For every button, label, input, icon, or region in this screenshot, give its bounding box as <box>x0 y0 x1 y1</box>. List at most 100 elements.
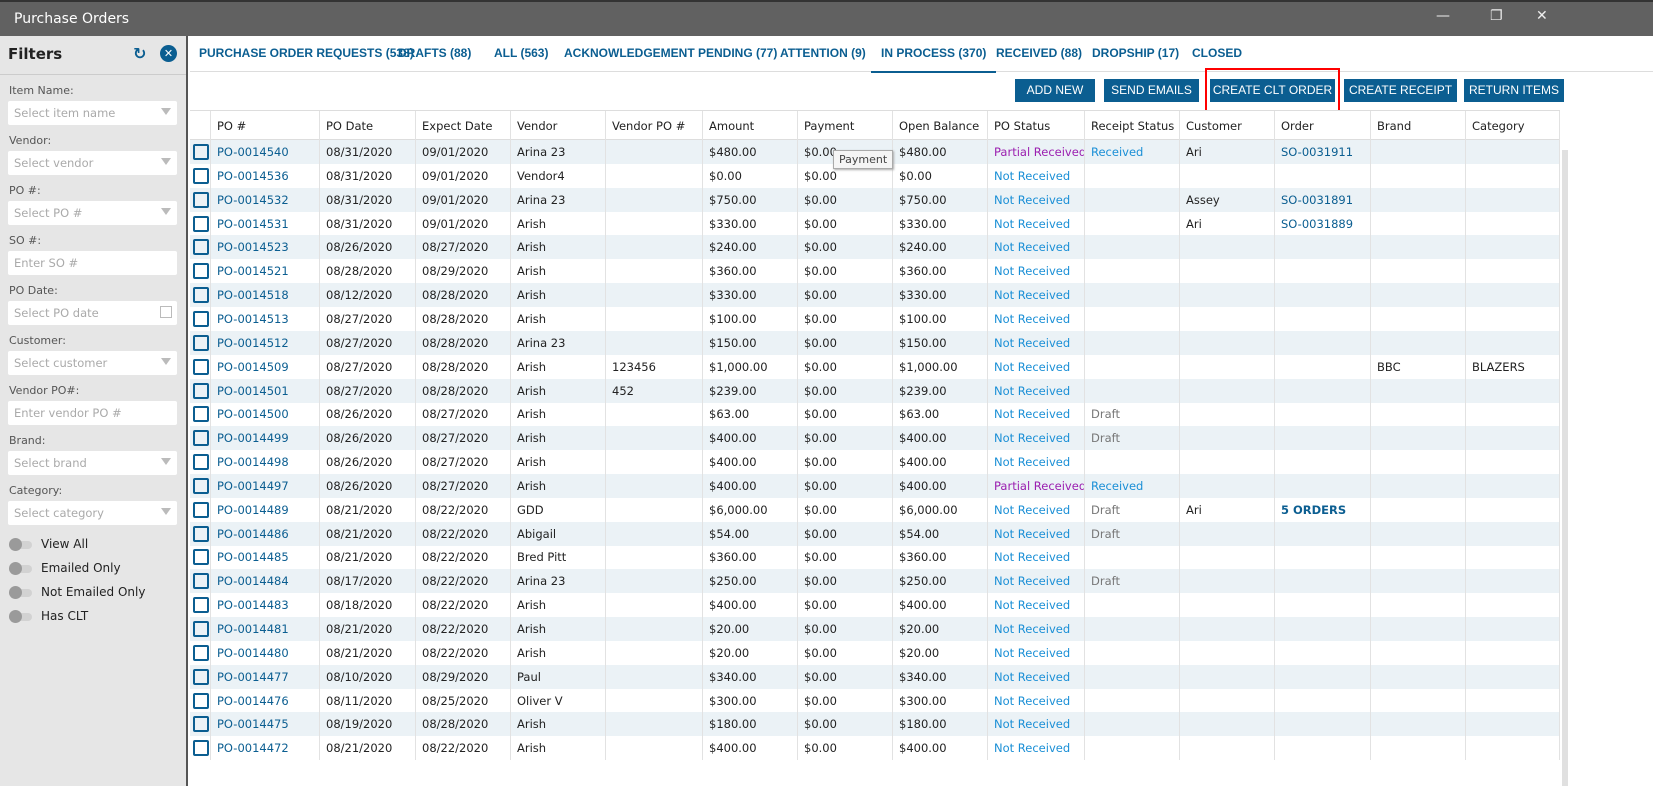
row-checkbox[interactable] <box>193 573 209 590</box>
table-row[interactable]: PO-0014498 08/26/2020 08/27/2020 Arish $400.… <box>190 450 1560 475</box>
vertical-scrollbar[interactable] <box>1562 150 1568 786</box>
table-row[interactable]: PO-0014500 08/26/2020 08/27/2020 Arish $63.0… <box>190 402 1560 427</box>
row-checkbox[interactable] <box>193 310 209 327</box>
toggle-has-clt[interactable]: Has CLT <box>9 605 186 629</box>
po-number-link[interactable]: PO-0014486 <box>211 521 320 546</box>
po-number-link[interactable]: PO-0014477 <box>211 664 320 689</box>
po-number-link[interactable]: PO-0014532 <box>211 187 320 212</box>
row-checkbox[interactable] <box>193 644 209 661</box>
toggle-emailed-only[interactable]: Emailed Only <box>9 557 186 581</box>
table-row[interactable]: PO-0014475 08/19/2020 08/28/2020 Arish $180.… <box>190 712 1560 737</box>
column-header[interactable]: Customer <box>1180 111 1275 141</box>
po-number-link[interactable]: PO-0014509 <box>211 354 320 379</box>
minimize-icon[interactable]: — <box>1436 8 1450 24</box>
row-checkbox[interactable] <box>193 454 209 471</box>
po-number-link[interactable]: PO-0014489 <box>211 497 320 522</box>
row-checkbox[interactable] <box>193 215 209 232</box>
table-row[interactable]: PO-0014477 08/10/2020 08/29/2020 Paul $340.0… <box>190 664 1560 689</box>
tab-6[interactable]: RECEIVED (88) <box>996 46 1082 60</box>
row-checkbox[interactable] <box>193 740 209 757</box>
po-number-link[interactable]: PO-0014521 <box>211 259 320 284</box>
column-header[interactable]: Receipt Status <box>1085 111 1180 141</box>
po-number-link[interactable]: PO-0014501 <box>211 378 320 403</box>
po-number-link[interactable]: PO-0014513 <box>211 306 320 331</box>
column-header[interactable]: Vendor PO # <box>606 111 703 141</box>
row-checkbox[interactable] <box>193 621 209 637</box>
po-number-link[interactable]: PO-0014540 <box>211 140 320 164</box>
filter-select[interactable]: Select category <box>8 501 177 525</box>
table-row[interactable]: PO-0014509 08/27/2020 08/28/2020 Arish 12345… <box>190 354 1560 379</box>
po-number-link[interactable]: PO-0014475 <box>211 712 320 737</box>
tab-4[interactable]: ATTENTION (9) <box>780 46 866 60</box>
tab-2[interactable]: ALL (563) <box>494 46 548 60</box>
add-new-button[interactable]: ADD NEW <box>1015 79 1095 102</box>
po-number-link[interactable]: PO-0014472 <box>211 736 320 761</box>
po-number-link[interactable]: PO-0014500 <box>211 402 320 427</box>
row-checkbox[interactable] <box>193 501 209 518</box>
row-checkbox[interactable] <box>193 191 209 208</box>
table-row[interactable]: PO-0014512 08/27/2020 08/28/2020 Arina 23 $1… <box>190 330 1560 355</box>
row-checkbox[interactable] <box>193 692 209 709</box>
create-receipt-button[interactable]: CREATE RECEIPT <box>1344 79 1457 102</box>
tab-5[interactable]: IN PROCESS (370) <box>871 46 997 73</box>
filter-text-input[interactable]: Enter SO # <box>8 251 177 275</box>
po-number-link[interactable]: PO-0014523 <box>211 235 320 260</box>
table-row[interactable]: PO-0014497 08/26/2020 08/27/2020 Arish $400.… <box>190 473 1560 498</box>
row-checkbox[interactable] <box>193 239 209 256</box>
po-number-link[interactable]: PO-0014485 <box>211 545 320 570</box>
po-number-link[interactable]: PO-0014531 <box>211 211 320 236</box>
table-row[interactable]: PO-0014472 08/21/2020 08/22/2020 Arish $400.… <box>190 736 1560 761</box>
po-number-link[interactable]: PO-0014483 <box>211 593 320 618</box>
table-row[interactable]: PO-0014484 08/17/2020 08/22/2020 Arina 23 $2… <box>190 569 1560 594</box>
row-checkbox[interactable] <box>193 716 209 733</box>
tab-8[interactable]: CLOSED <box>1192 46 1242 60</box>
column-header[interactable]: Brand <box>1371 111 1466 141</box>
order-link[interactable]: SO-0031889 <box>1275 211 1371 236</box>
filter-select[interactable]: Select item name <box>8 101 177 125</box>
tab-1[interactable]: DRAFTS (88) <box>398 46 471 60</box>
table-row[interactable]: PO-0014532 08/31/2020 09/01/2020 Arina 23 $7… <box>190 187 1560 212</box>
table-row[interactable]: PO-0014483 08/18/2020 08/22/2020 Arish $400.… <box>190 593 1560 618</box>
table-row[interactable]: PO-0014518 08/12/2020 08/28/2020 Arish $330.… <box>190 283 1560 308</box>
tab-7[interactable]: DROPSHIP (17) <box>1092 46 1179 60</box>
table-row[interactable]: PO-0014523 08/26/2020 08/27/2020 Arish $240.… <box>190 235 1560 260</box>
row-checkbox[interactable] <box>193 477 209 494</box>
row-checkbox[interactable] <box>193 430 209 447</box>
row-checkbox[interactable] <box>193 144 209 160</box>
po-number-link[interactable]: PO-0014481 <box>211 617 320 641</box>
filter-select[interactable]: Select vendor <box>8 151 177 175</box>
po-number-link[interactable]: PO-0014480 <box>211 640 320 665</box>
table-row[interactable]: PO-0014521 08/28/2020 08/29/2020 Arish $360.… <box>190 259 1560 284</box>
po-number-link[interactable]: PO-0014512 <box>211 330 320 355</box>
filter-select[interactable]: Select PO # <box>8 201 177 225</box>
filter-text-input[interactable]: Enter vendor PO # <box>8 401 177 425</box>
toggle-not-emailed-only[interactable]: Not Emailed Only <box>9 581 186 605</box>
column-header[interactable]: Amount <box>703 111 798 141</box>
order-link[interactable]: SO-0031911 <box>1275 140 1371 164</box>
row-checkbox[interactable] <box>193 358 209 375</box>
po-number-link[interactable]: PO-0014484 <box>211 569 320 594</box>
send-emails-button[interactable]: SEND EMAILS <box>1104 79 1199 102</box>
table-row[interactable]: PO-0014486 08/21/2020 08/22/2020 Abigail $54… <box>190 521 1560 546</box>
table-row[interactable]: PO-0014485 08/21/2020 08/22/2020 Bred Pitt $… <box>190 545 1560 570</box>
column-header[interactable]: Vendor <box>511 111 606 141</box>
filter-select[interactable]: Select customer <box>8 351 177 375</box>
po-number-link[interactable]: PO-0014499 <box>211 426 320 451</box>
column-header[interactable]: PO # <box>211 111 320 141</box>
tab-3[interactable]: ACKNOWLEDGEMENT PENDING (77) <box>564 46 777 60</box>
clear-filters-icon[interactable]: ✕ <box>160 45 177 62</box>
po-number-link[interactable]: PO-0014497 <box>211 473 320 498</box>
filter-date-input[interactable]: Select PO date <box>8 301 177 325</box>
row-checkbox[interactable] <box>193 597 209 614</box>
table-row[interactable]: PO-0014531 08/31/2020 09/01/2020 Arish $330.… <box>190 211 1560 236</box>
column-header[interactable]: Order <box>1275 111 1371 141</box>
row-checkbox[interactable] <box>193 549 209 566</box>
order-link[interactable]: SO-0031891 <box>1275 187 1371 212</box>
order-link[interactable]: 5 ORDERS <box>1275 497 1371 522</box>
column-header[interactable]: Open Balance <box>893 111 988 141</box>
table-row[interactable]: PO-0014499 08/26/2020 08/27/2020 Arish $400.… <box>190 426 1560 451</box>
table-row[interactable]: PO-0014489 08/21/2020 08/22/2020 GDD $6,000.… <box>190 497 1560 522</box>
row-checkbox[interactable] <box>193 406 209 423</box>
column-header[interactable]: PO Status <box>988 111 1085 141</box>
row-checkbox[interactable] <box>193 263 209 280</box>
